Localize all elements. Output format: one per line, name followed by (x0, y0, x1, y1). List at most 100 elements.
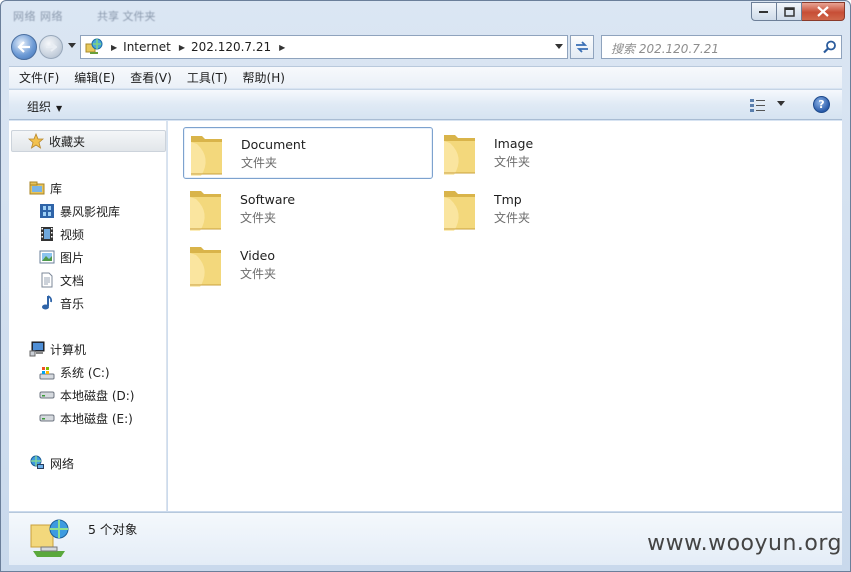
hard-drive-icon (39, 410, 55, 426)
breadcrumb-separator[interactable]: ▶ (111, 43, 117, 52)
arrow-left-icon (17, 41, 30, 53)
folder-type: 文件夹 (494, 155, 531, 169)
close-icon (817, 6, 829, 17)
forward-button[interactable] (39, 35, 63, 59)
breadcrumb-host[interactable]: 202.120.7.21 (191, 40, 271, 54)
folder-item-software[interactable]: Software 文件夹 (183, 183, 433, 235)
sidebar-item-library[interactable]: 库 (29, 179, 62, 197)
folder-icon (444, 191, 475, 231)
folder-icon (191, 136, 222, 176)
window-title-secondary: 共享 文件夹 (97, 10, 156, 23)
sidebar-item-videos[interactable]: 视频 (39, 225, 84, 243)
explorer-window: 网络 网络 共享 文件夹 ▶ Internet ▶ 202.120.7.21 ▶… (0, 0, 851, 572)
breadcrumb-separator[interactable]: ▶ (279, 43, 285, 52)
command-bar: 组织 ▼ ? (9, 89, 842, 120)
arrow-right-icon (46, 42, 57, 52)
network-location-icon (85, 38, 103, 54)
folder-name: Document (241, 137, 306, 152)
sidebar-item-label: 暴风影视库 (60, 204, 121, 219)
sidebar-item-storm-library[interactable]: 暴风影视库 (39, 202, 120, 220)
video-library-icon (39, 203, 55, 219)
sidebar-item-drive-d[interactable]: 本地磁盘 (D:) (39, 386, 134, 404)
sidebar-item-label: 图片 (60, 250, 85, 265)
picture-icon (39, 249, 55, 265)
sidebar-item-favorites[interactable]: 收藏夹 (11, 130, 166, 152)
folder-icon (190, 191, 221, 231)
menu-file[interactable]: 文件(F) (9, 69, 64, 86)
folder-item-image[interactable]: Image 文件夹 (437, 127, 687, 179)
folder-icon (190, 247, 221, 287)
navigation-row: ▶ Internet ▶ 202.120.7.21 ▶ 搜索 202.120.7… (1, 31, 850, 63)
item-count: 5 个对象 (88, 522, 138, 537)
sidebar-item-label: 计算机 (50, 342, 87, 357)
maximize-icon (783, 6, 795, 17)
breadcrumb-internet[interactable]: Internet (123, 40, 171, 54)
organize-button[interactable]: 组织 ▼ (27, 98, 62, 115)
folder-type: 文件夹 (494, 211, 531, 225)
music-note-icon (39, 295, 55, 311)
close-button[interactable] (802, 2, 845, 21)
maximize-button[interactable] (777, 2, 802, 21)
chevron-down-icon: ▼ (56, 104, 63, 113)
search-box[interactable]: 搜索 202.120.7.21 (601, 35, 842, 59)
view-options-icon[interactable] (749, 97, 767, 113)
sidebar-item-label: 系统 (C:) (60, 365, 110, 380)
chevron-down-icon[interactable] (777, 101, 785, 106)
folder-type: 文件夹 (240, 211, 277, 225)
minimize-button[interactable] (751, 2, 777, 21)
refresh-button[interactable] (570, 35, 594, 59)
sidebar-item-label: 视频 (60, 227, 85, 242)
address-bar[interactable]: ▶ Internet ▶ 202.120.7.21 ▶ (80, 35, 568, 59)
menu-edit[interactable]: 编辑(E) (64, 69, 120, 86)
folder-item-tmp[interactable]: Tmp 文件夹 (437, 183, 687, 235)
menu-help[interactable]: 帮助(H) (233, 69, 290, 86)
refresh-icon (576, 41, 588, 53)
folder-item-document[interactable]: Document 文件夹 (183, 127, 433, 179)
sidebar-item-drive-e[interactable]: 本地磁盘 (E:) (39, 409, 133, 427)
window-title: 网络 网络 (13, 10, 63, 23)
sidebar-item-label: 本地磁盘 (D:) (60, 388, 135, 403)
folder-icon (444, 135, 475, 175)
back-button[interactable] (11, 34, 37, 60)
title-bar[interactable]: 网络 网络 共享 文件夹 (1, 1, 850, 29)
sidebar-item-label: 本地磁盘 (E:) (60, 411, 133, 426)
breadcrumb-separator[interactable]: ▶ (179, 43, 185, 52)
search-icon[interactable] (823, 40, 837, 54)
folder-item-video[interactable]: Video 文件夹 (183, 239, 433, 291)
folder-type: 文件夹 (240, 267, 277, 281)
search-input[interactable]: 搜索 202.120.7.21 (611, 40, 719, 57)
sidebar-item-label: 文档 (60, 273, 85, 288)
film-icon (39, 226, 55, 242)
recent-pages-dropdown-icon[interactable] (68, 43, 76, 48)
sidebar-item-computer[interactable]: 计算机 (29, 340, 86, 358)
sidebar-item-network[interactable]: 网络 (29, 454, 74, 472)
caption-buttons (751, 2, 845, 21)
folder-name: Software (240, 192, 296, 207)
document-icon (39, 272, 55, 288)
menu-tools[interactable]: 工具(T) (177, 69, 233, 86)
minimize-icon (759, 10, 768, 13)
details-pane: 5 个对象 www.wooyun.org (9, 512, 842, 565)
folder-type: 文件夹 (241, 156, 278, 170)
folder-name: Tmp (494, 192, 522, 207)
chevron-down-icon[interactable] (555, 44, 563, 49)
folder-name: Video (240, 248, 276, 263)
folder-name: Image (494, 136, 534, 151)
navigation-pane: 收藏夹 库 暴风影视库 视频 图片 文档 音乐 计算机 系统 (C:) 本地磁盘… (9, 121, 167, 511)
sidebar-item-label: 网络 (50, 456, 75, 471)
network-share-icon (30, 519, 69, 557)
sidebar-item-label: 音乐 (60, 296, 85, 311)
sidebar-item-music[interactable]: 音乐 (39, 294, 84, 312)
sidebar-item-pictures[interactable]: 图片 (39, 248, 84, 266)
sidebar-item-label: 收藏夹 (49, 134, 86, 149)
menu-view[interactable]: 查看(V) (120, 69, 177, 86)
computer-icon (29, 341, 45, 357)
file-list[interactable]: Document 文件夹 Image 文件夹 Software 文件夹 Tmp … (168, 121, 842, 511)
star-icon (28, 133, 44, 149)
help-button[interactable]: ? (813, 96, 830, 113)
sidebar-item-drive-c[interactable]: 系统 (C:) (39, 363, 110, 381)
organize-label: 组织 (27, 100, 52, 114)
menu-bar: 文件(F) 编辑(E) 查看(V) 工具(T) 帮助(H) (9, 66, 842, 88)
sidebar-item-documents[interactable]: 文档 (39, 271, 84, 289)
sidebar-item-label: 库 (50, 181, 63, 196)
